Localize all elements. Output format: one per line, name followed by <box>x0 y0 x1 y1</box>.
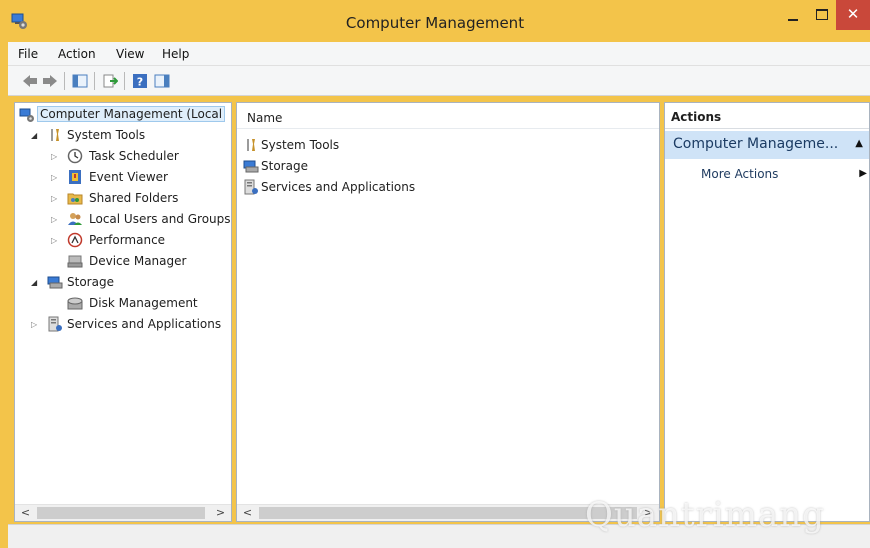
tree-label: Disk Management <box>89 296 198 310</box>
tree-label: Shared Folders <box>89 191 179 205</box>
export-list-icon[interactable] <box>102 73 118 89</box>
more-actions-item[interactable]: More Actions ▶ <box>701 167 869 185</box>
maximize-button[interactable] <box>808 0 834 30</box>
tree-label: Event Viewer <box>89 170 168 184</box>
list-item-label: Services and Applications <box>261 180 416 194</box>
show-hide-console-tree-icon[interactable] <box>72 73 88 89</box>
tree-item-local-users-and-groups[interactable]: ▷ Local Users and Groups <box>17 209 231 229</box>
tree-item-performance[interactable]: ▷ Performance <box>17 230 231 250</box>
tree-item-device-manager[interactable]: Device Manager <box>17 251 231 271</box>
device-manager-icon <box>67 255 83 268</box>
tree-item-shared-folders[interactable]: ▷ Shared Folders <box>17 188 231 208</box>
tree-item-event-viewer[interactable]: ▷ Event Viewer <box>17 167 231 187</box>
menu-action[interactable]: Action <box>58 47 96 61</box>
tree-item-computer-management[interactable]: Computer Management (Local <box>17 105 231 125</box>
expand-arrow-icon[interactable]: ▷ <box>51 152 57 161</box>
more-actions-label: More Actions <box>701 167 779 181</box>
scroll-right-button[interactable]: > <box>640 505 657 521</box>
tree-label: Computer Management (Local <box>37 106 226 122</box>
actions-group-computer-management[interactable]: Computer Manageme... ▲ <box>665 131 869 159</box>
list-item-label: Storage <box>261 159 308 173</box>
collapse-arrow-icon[interactable]: ◢ <box>31 278 37 287</box>
toolbar-separator <box>124 72 125 90</box>
forward-icon[interactable] <box>42 73 58 89</box>
tree-label: Local Users and Groups <box>89 212 231 226</box>
shared-folders-icon <box>67 193 83 205</box>
column-header-name[interactable]: Name <box>247 111 282 125</box>
tree-label: Services and Applications <box>67 317 222 331</box>
users-icon <box>68 213 82 225</box>
tree-item-task-scheduler[interactable]: ▷ Task Scheduler <box>17 146 231 166</box>
menu-help[interactable]: Help <box>162 47 189 61</box>
back-icon[interactable] <box>22 73 38 89</box>
scroll-left-button[interactable]: < <box>239 505 256 521</box>
toolbar-separator <box>94 72 95 90</box>
actions-group-label: Computer Manageme... <box>673 136 839 152</box>
tree-item-services-and-applications[interactable]: ▷ Services and Applications <box>17 314 231 334</box>
event-viewer-icon <box>69 170 81 184</box>
scroll-left-button[interactable]: < <box>17 505 34 521</box>
expand-arrow-icon[interactable]: ▷ <box>51 173 57 182</box>
performance-icon <box>67 232 83 248</box>
expand-arrow-icon[interactable]: ▷ <box>51 236 57 245</box>
expand-arrow-icon[interactable]: ▷ <box>51 215 57 224</box>
svg-text:?: ? <box>137 76 143 89</box>
scroll-thumb[interactable] <box>37 507 205 519</box>
services-icon <box>244 179 258 195</box>
scroll-right-button[interactable]: > <box>212 505 229 521</box>
storage-icon <box>243 160 259 173</box>
window: Computer Management ✕ File Action View H… <box>0 0 870 548</box>
collapse-caret-icon[interactable]: ▲ <box>855 138 863 149</box>
expand-arrow-icon[interactable]: ▷ <box>51 194 57 203</box>
tree-label: Storage <box>67 275 114 289</box>
services-icon <box>48 316 62 332</box>
collapse-arrow-icon[interactable]: ◢ <box>31 131 37 140</box>
menu-view[interactable]: View <box>116 47 144 61</box>
console-tree-pane: Computer Management (Local ◢ System Tool… <box>14 102 232 522</box>
close-button[interactable]: ✕ <box>836 0 870 30</box>
list-header: Name <box>237 103 659 129</box>
tree-item-system-tools[interactable]: ◢ System Tools <box>17 125 231 145</box>
list-item-label: System Tools <box>261 138 340 152</box>
actions-title: Actions <box>671 110 722 124</box>
details-pane: Name System Tools Storage Services and A… <box>236 102 660 522</box>
submenu-arrow-icon: ▶ <box>859 168 867 179</box>
help-icon[interactable]: ? <box>132 73 148 89</box>
tree-item-disk-management[interactable]: Disk Management <box>17 293 231 313</box>
list-item-system-tools[interactable]: System Tools <box>241 135 541 155</box>
menu-bar: File Action View Help <box>8 42 870 66</box>
computer-management-icon <box>19 108 34 122</box>
system-tools-icon <box>51 129 59 141</box>
tree-label: System Tools <box>67 128 146 142</box>
disk-management-icon <box>67 297 83 310</box>
storage-icon <box>47 276 63 289</box>
system-tools-icon <box>247 139 255 151</box>
list-horizontal-scrollbar[interactable]: < > <box>237 504 659 521</box>
list-item-services-and-applications[interactable]: Services and Applications <box>241 177 541 197</box>
minimize-button[interactable] <box>780 0 806 30</box>
expand-arrow-icon[interactable]: ▷ <box>31 320 37 329</box>
tree-horizontal-scrollbar[interactable]: < > <box>15 504 231 521</box>
toolbar: ? <box>8 66 870 96</box>
scroll-thumb[interactable] <box>259 507 637 519</box>
actions-header: Actions <box>665 103 869 129</box>
clock-icon <box>67 148 83 164</box>
tree-label: Device Manager <box>89 254 187 268</box>
tree-label: Performance <box>89 233 166 247</box>
menu-file[interactable]: File <box>18 47 38 61</box>
show-hide-action-pane-icon[interactable] <box>154 73 170 89</box>
list-item-storage[interactable]: Storage <box>241 156 541 176</box>
toolbar-separator <box>64 72 65 90</box>
window-title: Computer Management <box>345 14 525 32</box>
actions-pane: Actions Computer Manageme... ▲ More Acti… <box>664 102 870 522</box>
status-bar <box>8 524 870 548</box>
tree-label: Task Scheduler <box>89 149 179 163</box>
tree-item-storage[interactable]: ◢ Storage <box>17 272 231 292</box>
title-bar[interactable]: Computer Management ✕ <box>0 0 870 42</box>
